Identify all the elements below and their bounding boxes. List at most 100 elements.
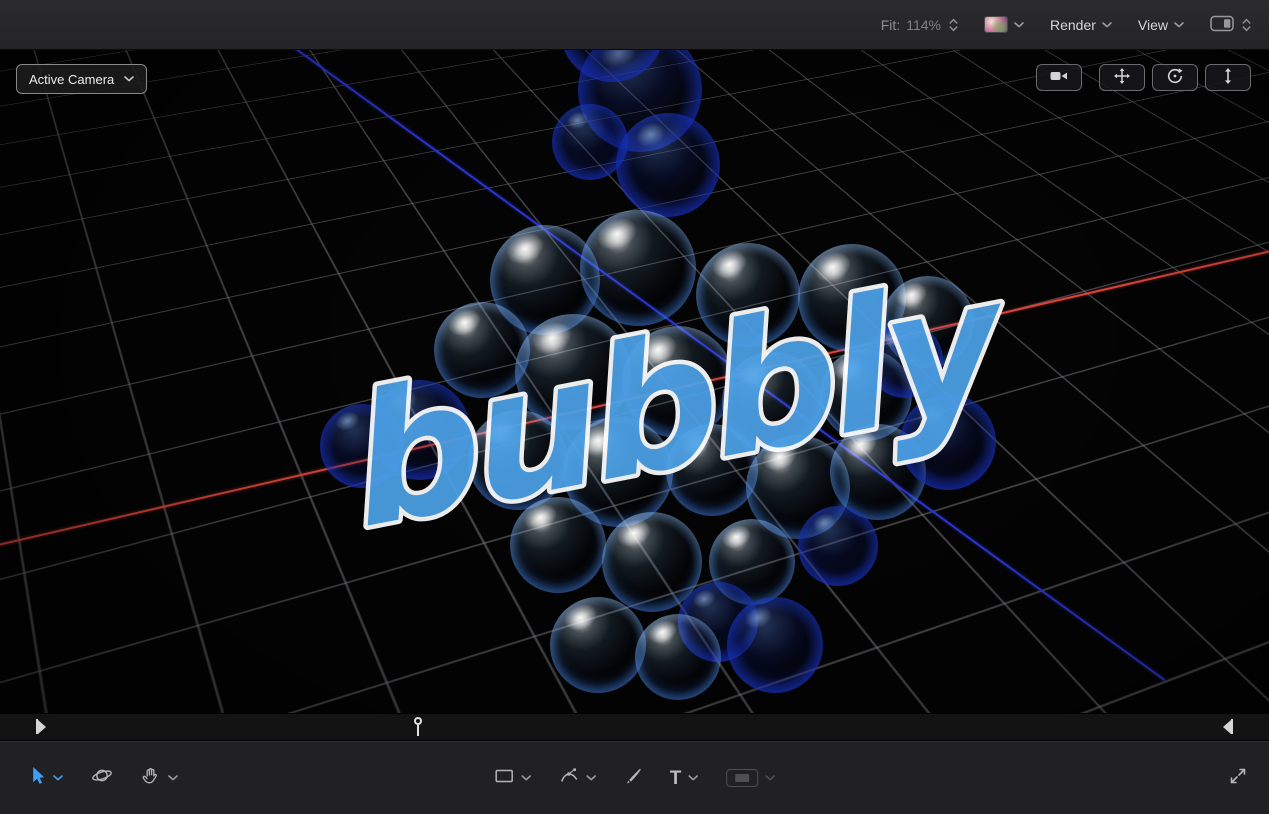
- render-menu[interactable]: Render: [1050, 17, 1112, 33]
- hand-icon: [141, 766, 161, 790]
- mask-tool-dropdown: [726, 769, 776, 787]
- bubble: [635, 614, 721, 700]
- canvas-layout-control[interactable]: [1210, 15, 1251, 35]
- view-menu[interactable]: View: [1138, 17, 1184, 33]
- bezier-curve-icon: [559, 767, 579, 790]
- bubble: [468, 410, 568, 510]
- dolly-view-button[interactable]: [1205, 64, 1251, 91]
- bubble: [515, 314, 631, 430]
- bubble: [550, 597, 646, 693]
- bubble: [798, 244, 906, 352]
- in-marker-triangle-icon: [38, 719, 46, 734]
- paint-stroke-tool[interactable]: [624, 767, 642, 790]
- canvas-viewport[interactable]: bubbly Active Camera: [0, 50, 1269, 713]
- bubble: [709, 519, 795, 605]
- select-transform-tool[interactable]: [30, 766, 63, 790]
- text-tool[interactable]: T: [670, 769, 699, 788]
- bubble: [434, 302, 530, 398]
- bubble: [722, 352, 822, 452]
- zoom-fit-control[interactable]: Fit: 114%: [881, 17, 958, 33]
- create-tool-group: T: [494, 767, 776, 790]
- bubble: [580, 210, 696, 326]
- bubble: [746, 435, 850, 539]
- chevron-down-icon: [1102, 21, 1112, 28]
- fit-value[interactable]: 114%: [906, 17, 941, 33]
- mini-timeline[interactable]: [0, 713, 1269, 741]
- orbit-icon: [1166, 67, 1184, 88]
- bottom-toolbar: T: [0, 741, 1269, 814]
- bubble: [727, 597, 823, 693]
- bubble: [820, 349, 912, 441]
- bubbles-layer: [0, 50, 1269, 713]
- playhead-stem: [417, 725, 419, 736]
- pan-view-button[interactable]: [1099, 64, 1145, 91]
- bubble: [490, 225, 600, 335]
- play-range-out-marker[interactable]: [1223, 719, 1233, 734]
- chevron-down-icon[interactable]: [168, 775, 178, 781]
- playhead[interactable]: [412, 717, 424, 736]
- view-menu-label: View: [1137, 16, 1168, 33]
- bubble: [370, 380, 470, 480]
- bubble: [563, 417, 673, 527]
- preview-thumbnail-icon: [983, 16, 1008, 33]
- rectangle-icon: [494, 768, 514, 789]
- layout-control-icon: [1210, 15, 1235, 35]
- view-tool-group: [30, 766, 178, 790]
- motion-app-window: Fit: 114% Render View bubbly Active Came…: [0, 0, 1269, 814]
- chevron-down-icon[interactable]: [688, 775, 699, 781]
- out-marker-bar: [1231, 719, 1233, 734]
- chevron-down-icon[interactable]: [520, 775, 531, 781]
- brush-stroke-icon: [624, 767, 642, 790]
- zoom-stepper-icon[interactable]: [949, 18, 958, 32]
- bezier-tool[interactable]: [559, 767, 596, 790]
- bubble: [320, 404, 404, 488]
- pan-arrows-icon: [1113, 67, 1131, 88]
- bubble: [578, 50, 702, 152]
- shape-rectangle-tool[interactable]: [494, 768, 531, 789]
- bubble: [798, 506, 878, 586]
- video-camera-icon: [1049, 67, 1069, 88]
- fit-label: Fit:: [880, 16, 901, 33]
- top-toolbar: Fit: 114% Render View: [0, 0, 1269, 50]
- sphere-orbit-icon: [91, 766, 113, 790]
- hand-pan-tool[interactable]: [141, 766, 178, 790]
- expand-timing-button[interactable]: [1229, 767, 1247, 790]
- camera-selector-label: Active Camera: [29, 71, 115, 87]
- chevron-down-icon: [1014, 21, 1024, 28]
- top-toolbar-right: Fit: 114% Render View: [881, 15, 1269, 35]
- mask-swatch-icon: [726, 769, 759, 787]
- chevron-down-icon[interactable]: [585, 775, 596, 781]
- dolly-arrows-icon: [1219, 67, 1237, 88]
- orbit-view-button[interactable]: [1152, 64, 1198, 91]
- bubble: [696, 243, 800, 347]
- bubble: [560, 50, 664, 82]
- preview-thumbnail-dropdown[interactable]: [983, 16, 1024, 33]
- bubble: [622, 326, 734, 438]
- bubble: [616, 113, 720, 217]
- play-range-in-marker[interactable]: [36, 719, 46, 734]
- chevron-down-icon: [124, 76, 135, 82]
- bubble: [552, 104, 628, 180]
- bubble: [900, 394, 996, 490]
- transform-3d-tool[interactable]: [91, 766, 113, 790]
- bubble: [830, 424, 926, 520]
- playhead-knob[interactable]: [414, 717, 422, 725]
- chevron-down-icon: [1174, 21, 1184, 28]
- text-tool-icon: T: [669, 767, 682, 789]
- camera-selector-dropdown[interactable]: Active Camera: [16, 64, 148, 94]
- camera-button[interactable]: [1036, 64, 1082, 91]
- bubble: [602, 512, 702, 612]
- cursor-arrow-icon: [30, 766, 46, 790]
- chevron-down-icon: [765, 775, 776, 781]
- bubble: [666, 424, 758, 516]
- bubble: [510, 497, 606, 593]
- bubble: [867, 322, 943, 398]
- bubble: [678, 582, 758, 662]
- bubble: [882, 276, 974, 368]
- camera-view-tools: [1036, 64, 1251, 91]
- render-menu-label: Render: [1049, 16, 1096, 33]
- chevron-down-icon[interactable]: [53, 775, 63, 781]
- toolbar-right-group: [1229, 767, 1247, 790]
- layout-stepper-icon[interactable]: [1242, 18, 1251, 32]
- diagonal-resize-arrows-icon: [1229, 767, 1247, 790]
